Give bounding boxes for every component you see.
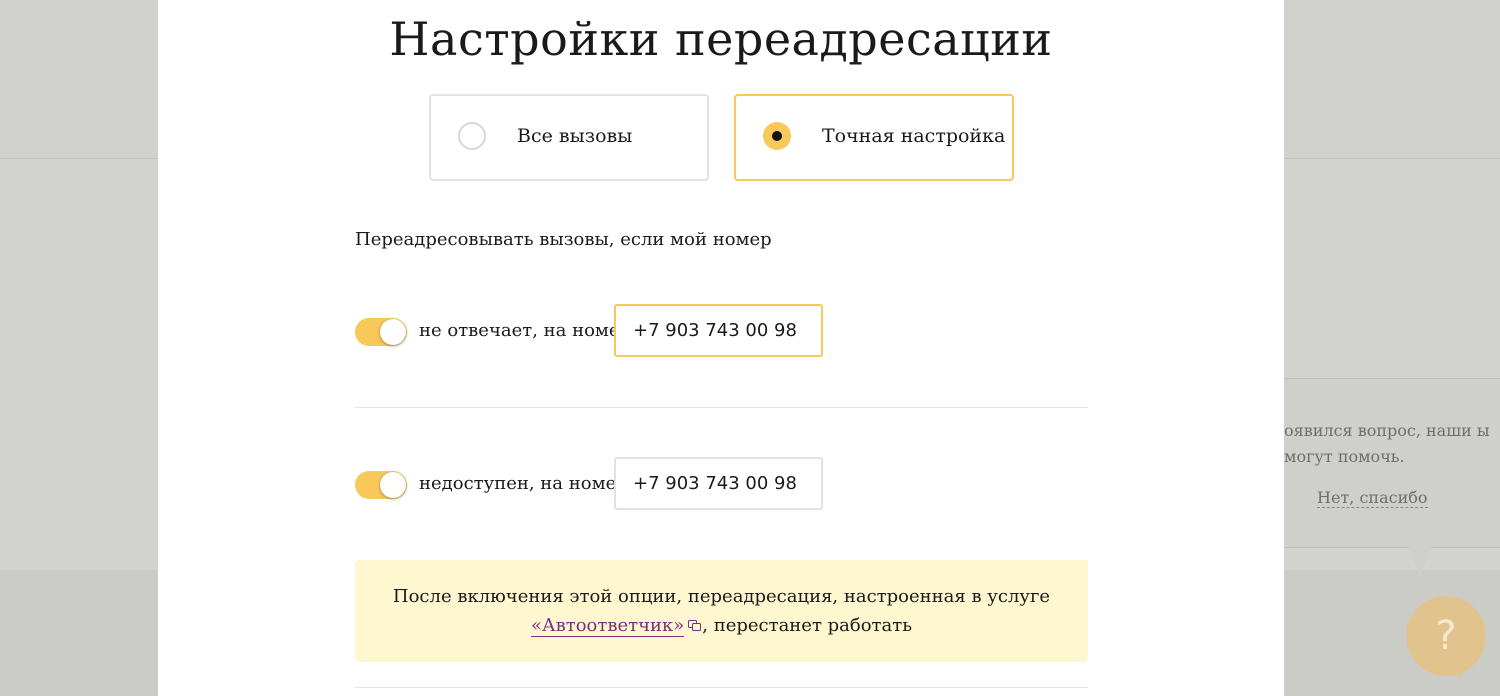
mode-all-calls-label: Все вызовы	[517, 125, 633, 147]
mode-precise-option[interactable]: Точная настройка	[734, 94, 1014, 181]
unavailable-label: недоступен, на номер	[419, 473, 628, 494]
forwarding-settings-modal: Настройки переадресации Все вызовы Точна…	[158, 0, 1284, 696]
bottom-divider	[355, 687, 1088, 688]
help-button[interactable]: ?	[1406, 596, 1486, 676]
chat-bubble-tail	[1408, 546, 1432, 576]
radio-checked-icon	[763, 122, 791, 150]
chat-dismiss-link[interactable]: Нет, спасибо	[1317, 488, 1428, 508]
no-answer-toggle[interactable]	[355, 318, 407, 346]
unavailable-number-input[interactable]	[614, 457, 823, 510]
no-answer-number-input[interactable]	[614, 304, 823, 357]
mode-precise-label: Точная настройка	[822, 125, 1006, 147]
chat-text: оявился вопрос, наши ы могут помочь.	[1284, 421, 1490, 466]
autoresponder-notice: После включения этой опции, переадресаци…	[355, 560, 1088, 662]
modal-title: Настройки переадресации	[389, 12, 1053, 66]
no-answer-label: не отвечает, на номер	[419, 320, 632, 341]
mode-all-calls-option[interactable]: Все вызовы	[429, 94, 709, 181]
help-button-tail	[1458, 664, 1468, 680]
autoresponder-link[interactable]: «Автоответчик»	[530, 615, 685, 637]
radio-unchecked-icon	[458, 122, 486, 150]
external-link-icon	[688, 620, 702, 631]
unavailable-toggle[interactable]	[355, 471, 407, 499]
forward-condition-heading: Переадресовывать вызовы, если мой номер	[355, 229, 772, 250]
section-divider	[355, 407, 1088, 408]
notice-text-line2: , перестанет работать	[702, 615, 913, 636]
notice-text-line1: После включения этой опции, переадресаци…	[392, 586, 1051, 607]
